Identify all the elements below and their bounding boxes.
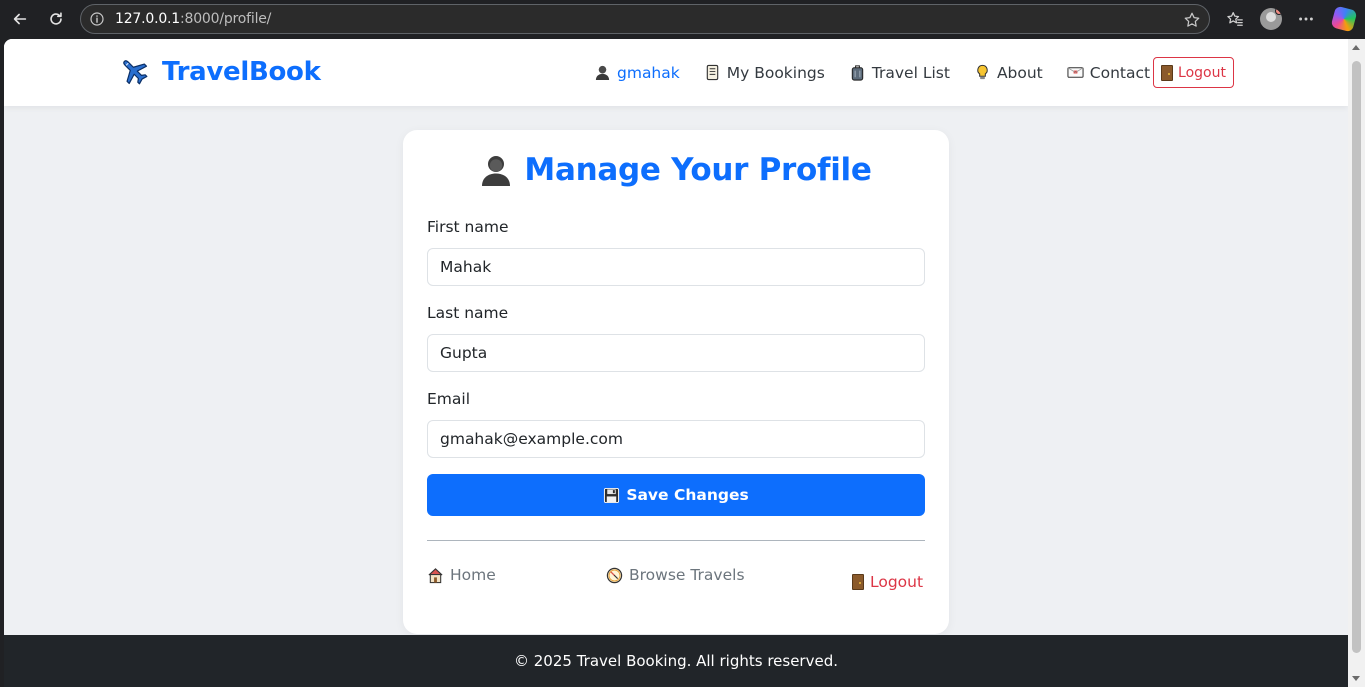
save-changes-button[interactable]: Save Changes: [427, 474, 925, 516]
more-icon: [1299, 17, 1313, 21]
url-text: 127.0.0.1:8000/profile/: [115, 11, 271, 27]
nav-about-label: About: [996, 63, 1043, 82]
navbar-logout-button[interactable]: Logout: [1153, 57, 1234, 88]
copilot-button[interactable]: [1330, 5, 1358, 33]
card-logout-label: Logout: [870, 573, 924, 591]
compass-icon: [606, 567, 623, 583]
page-title: Manage Your Profile: [524, 152, 872, 188]
favorites-icon: [1227, 12, 1243, 26]
url-path: :8000/profile/: [180, 11, 272, 27]
first-name-input[interactable]: Mahak: [427, 248, 925, 286]
back-arrow-icon: [13, 13, 27, 25]
house-icon: [428, 567, 443, 583]
footer-text: © 2025 Travel Booking. All rights reserv…: [514, 652, 838, 670]
bulb-icon: [977, 64, 988, 80]
browser-toolbar: 127.0.0.1:8000/profile/: [0, 0, 1365, 39]
door-icon: [1161, 64, 1174, 81]
brand-link[interactable]: TravelBook: [118, 55, 321, 89]
airplane-icon: [123, 60, 148, 85]
nav-travel-list-label: Travel List: [871, 63, 950, 82]
navbar-logout-label: Logout: [1178, 64, 1226, 81]
more-menu-button[interactable]: [1293, 6, 1319, 32]
nav-links: gmahak My Bookings Travel List About Con…: [594, 39, 1174, 106]
address-bar[interactable]: 127.0.0.1:8000/profile/: [80, 4, 1210, 34]
luggage-icon: [851, 65, 864, 81]
site-info-icon[interactable]: [89, 11, 105, 27]
avatar: [1260, 8, 1282, 30]
nav-user-label: gmahak: [617, 63, 680, 82]
copilot-icon: [1330, 5, 1358, 33]
first-name-label: First name: [427, 218, 509, 236]
page-viewport: TravelBook gmahak My Bookings Travel Lis…: [4, 39, 1348, 687]
profile-heading: Manage Your Profile: [403, 152, 949, 188]
scroll-icon: [706, 64, 718, 81]
last-name-value: Gupta: [440, 344, 488, 362]
reload-button[interactable]: [42, 5, 70, 33]
bookmark-star-icon[interactable]: [1183, 11, 1201, 29]
home-link[interactable]: Home: [427, 566, 496, 584]
save-changes-label: Save Changes: [626, 486, 749, 504]
nav-contact-label: Contact: [1089, 63, 1151, 82]
scrollbar-thumb[interactable]: [1352, 61, 1361, 653]
notification-dot: [1275, 8, 1282, 15]
reload-icon: [50, 12, 62, 25]
envelope-icon: [1067, 67, 1084, 78]
home-link-label: Home: [450, 566, 496, 584]
site-navbar: TravelBook gmahak My Bookings Travel Lis…: [4, 39, 1348, 106]
brand-name: TravelBook: [162, 57, 321, 87]
site-footer: © 2025 Travel Booking. All rights reserv…: [4, 635, 1348, 687]
nav-about[interactable]: About: [974, 64, 1043, 82]
scroll-down-arrow-icon[interactable]: [1352, 676, 1360, 681]
profile-card: Manage Your Profile First name Mahak Las…: [403, 130, 949, 634]
card-logout-link[interactable]: Logout: [852, 573, 923, 591]
nav-user-link[interactable]: gmahak: [594, 64, 680, 82]
email-label: Email: [427, 390, 471, 408]
page-scrollbar[interactable]: [1348, 39, 1365, 687]
url-host: 127.0.0.1: [115, 11, 180, 27]
scroll-up-arrow-icon[interactable]: [1352, 45, 1360, 50]
last-name-input[interactable]: Gupta: [427, 334, 925, 372]
email-value: gmahak@example.com: [440, 430, 623, 448]
nav-my-bookings[interactable]: My Bookings: [704, 64, 825, 82]
door-icon: [852, 574, 864, 590]
divider: [427, 540, 925, 541]
floppy-disk-icon: [604, 487, 620, 503]
nav-my-bookings-label: My Bookings: [726, 63, 825, 82]
first-name-value: Mahak: [440, 258, 492, 276]
person-icon: [482, 156, 511, 186]
nav-contact[interactable]: Contact: [1067, 64, 1150, 82]
back-button[interactable]: [6, 5, 34, 33]
favorites-button[interactable]: [1222, 6, 1248, 32]
person-icon: [595, 65, 610, 81]
profile-button[interactable]: [1258, 6, 1284, 32]
email-input[interactable]: gmahak@example.com: [427, 420, 925, 458]
last-name-label: Last name: [427, 304, 509, 322]
browse-travels-link[interactable]: Browse Travels: [606, 566, 745, 584]
nav-travel-list[interactable]: Travel List: [849, 64, 950, 82]
browse-travels-label: Browse Travels: [629, 566, 745, 584]
